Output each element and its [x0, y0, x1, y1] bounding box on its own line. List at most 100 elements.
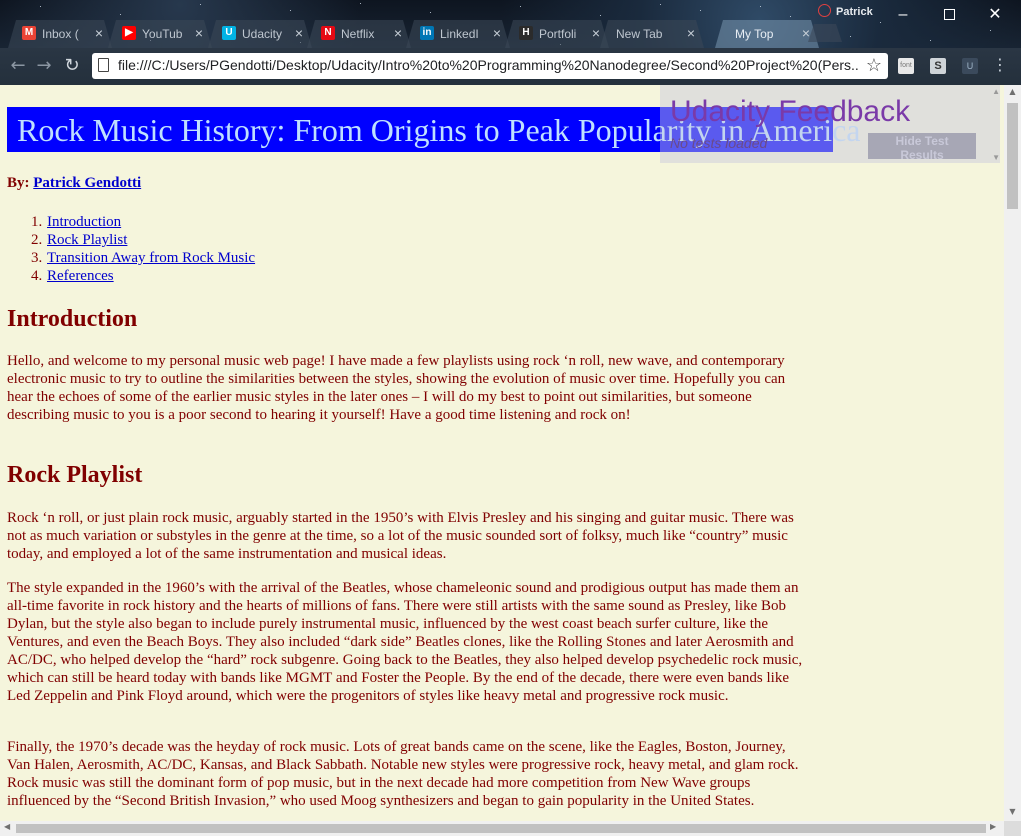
tab-1[interactable]: M Inbox ( × [8, 20, 112, 48]
star-decoration [200, 4, 201, 5]
star-decoration [430, 12, 431, 13]
byline-label: By: [7, 175, 30, 191]
tab-strip: M Inbox ( × ▶ YouTub × U Udacity × N Netflix × in Lin… [0, 0, 1021, 48]
arrow-right-icon: → [36, 55, 52, 76]
star-decoration [660, 4, 661, 5]
extension-s-icon[interactable]: S [930, 58, 946, 74]
toc-number: 4. [31, 268, 43, 284]
star-decoration [930, 40, 931, 41]
bookmark-star-icon[interactable]: ☆ [866, 55, 882, 76]
scroll-left-icon[interactable]: ◀ [4, 822, 10, 831]
table-of-contents: 1. Introduction 2. Rock Playlist 3. Transit… [31, 213, 255, 285]
scroll-up-icon[interactable]: ▲ [1004, 87, 1021, 96]
scrollbar-corner [1004, 821, 1021, 836]
profile-icon [818, 4, 831, 17]
feedback-scroll-down-icon[interactable]: ▼ [992, 153, 1000, 162]
close-tab-icon[interactable]: × [394, 25, 402, 41]
udacity-icon: U [222, 26, 236, 40]
hide-test-results-button[interactable]: Hide Test Results [868, 133, 976, 162]
star-decoration [600, 15, 601, 16]
hackerrank-icon: H [519, 26, 533, 40]
tab-3[interactable]: U Udacity × [208, 20, 312, 48]
star-decoration [520, 6, 521, 7]
toc-item-references: 4. References [31, 267, 255, 285]
maximize-button[interactable] [926, 0, 972, 30]
toc-item-rock-playlist: 2. Rock Playlist [31, 231, 255, 249]
toc-link-references[interactable]: References [47, 268, 114, 284]
star-decoration [290, 10, 291, 11]
youtube-icon: ▶ [122, 26, 136, 40]
page-info-icon[interactable] [98, 58, 109, 72]
address-bar[interactable]: file:///C:/Users/PGendotti/Desktop/Udaci… [92, 53, 888, 79]
close-tab-icon[interactable]: × [493, 25, 501, 41]
close-tab-icon[interactable]: × [295, 25, 303, 41]
tab-7[interactable]: New Tab × [600, 20, 704, 48]
tab-5[interactable]: in LinkedI × [406, 20, 510, 48]
extension-udacity-icon[interactable]: U [962, 58, 978, 74]
toc-item-introduction: 1. Introduction [31, 213, 255, 231]
maximize-icon [943, 9, 955, 20]
netflix-icon: N [321, 26, 335, 40]
tab-8[interactable]: My Top × [715, 20, 819, 48]
feedback-status: No tests loaded [670, 135, 768, 151]
scroll-down-icon[interactable]: ▼ [1004, 807, 1021, 816]
close-tab-icon[interactable]: × [195, 25, 203, 41]
close-tab-icon[interactable]: × [687, 25, 695, 41]
toc-number: 2. [31, 232, 43, 248]
star-decoration [700, 10, 701, 11]
rock-playlist-paragraph-1: Rock ‘n roll, or just plain rock music, … [7, 510, 794, 562]
minimize-button[interactable]: – [880, 0, 926, 30]
horizontal-scroll-thumb[interactable] [16, 824, 986, 833]
tab-label: My Top [735, 27, 774, 41]
star-decoration [40, 6, 41, 7]
reload-button[interactable]: ↻ [60, 54, 84, 78]
tab-label: Netflix [341, 27, 375, 41]
rock-playlist-heading: Rock Playlist [7, 462, 143, 488]
arrow-left-icon: ← [10, 55, 26, 76]
chrome-menu-icon[interactable]: ⋮ [992, 55, 1008, 74]
star-decoration [360, 3, 361, 4]
browser-toolbar: ← → ↻ file:///C:/Users/PGendotti/Desktop… [0, 48, 1021, 85]
reload-icon: ↻ [64, 55, 80, 76]
linkedin-icon: in [420, 26, 434, 40]
tab-label: Udacity [242, 27, 283, 41]
tab-4[interactable]: N Netflix × [307, 20, 411, 48]
toc-link-transition[interactable]: Transition Away from Rock Music [47, 250, 255, 266]
author-link[interactable]: Patrick Gendotti [33, 175, 141, 191]
close-tab-icon[interactable]: × [592, 25, 600, 41]
extension-fonts-icon[interactable]: font [898, 58, 914, 74]
address-bar-url[interactable]: file:///C:/Users/PGendotti/Desktop/Udaci… [118, 57, 858, 73]
feedback-title: Udacity Feedback [670, 95, 911, 128]
toc-link-rock-playlist[interactable]: Rock Playlist [47, 232, 127, 248]
star-decoration [990, 30, 991, 31]
close-window-button[interactable]: ✕ [972, 0, 1018, 30]
tab-label: LinkedI [440, 27, 479, 41]
vertical-scroll-thumb[interactable] [1007, 103, 1018, 209]
minimize-icon: – [898, 6, 908, 23]
page-viewport: Rock Music History: From Origins to Peak… [0, 85, 1004, 821]
toc-number: 1. [31, 214, 43, 230]
tab-label: Portfoli [539, 27, 577, 41]
close-tab-icon[interactable]: × [802, 25, 810, 41]
toc-link-introduction[interactable]: Introduction [47, 214, 121, 230]
profile-button[interactable]: Patrick [818, 4, 873, 18]
scroll-right-icon[interactable]: ▶ [990, 822, 996, 831]
tab-label: Inbox ( [42, 27, 79, 41]
close-tab-icon[interactable]: × [95, 25, 103, 41]
tab-label: New Tab [616, 27, 663, 41]
gmail-icon: M [22, 26, 36, 40]
close-icon: ✕ [988, 6, 1002, 23]
rock-playlist-paragraph-2: The style expanded in the 1960’s with th… [7, 580, 803, 704]
feedback-scroll-up-icon[interactable]: ▲ [992, 87, 1000, 96]
tab-6[interactable]: H Portfoli × [505, 20, 609, 48]
back-button[interactable]: ← [6, 54, 30, 78]
tab-2[interactable]: ▶ YouTub × [108, 20, 212, 48]
tab-label: YouTub [142, 27, 183, 41]
horizontal-scrollbar[interactable]: ◀ ▶ [0, 821, 1004, 836]
profile-name: Patrick [836, 6, 873, 18]
vertical-scrollbar[interactable]: ▲ ▼ [1004, 85, 1021, 821]
toc-number: 3. [31, 250, 43, 266]
forward-button[interactable]: → [32, 54, 56, 78]
byline: By: Patrick Gendotti [7, 174, 141, 192]
introduction-paragraph: Hello, and welcome to my personal music … [7, 353, 786, 423]
